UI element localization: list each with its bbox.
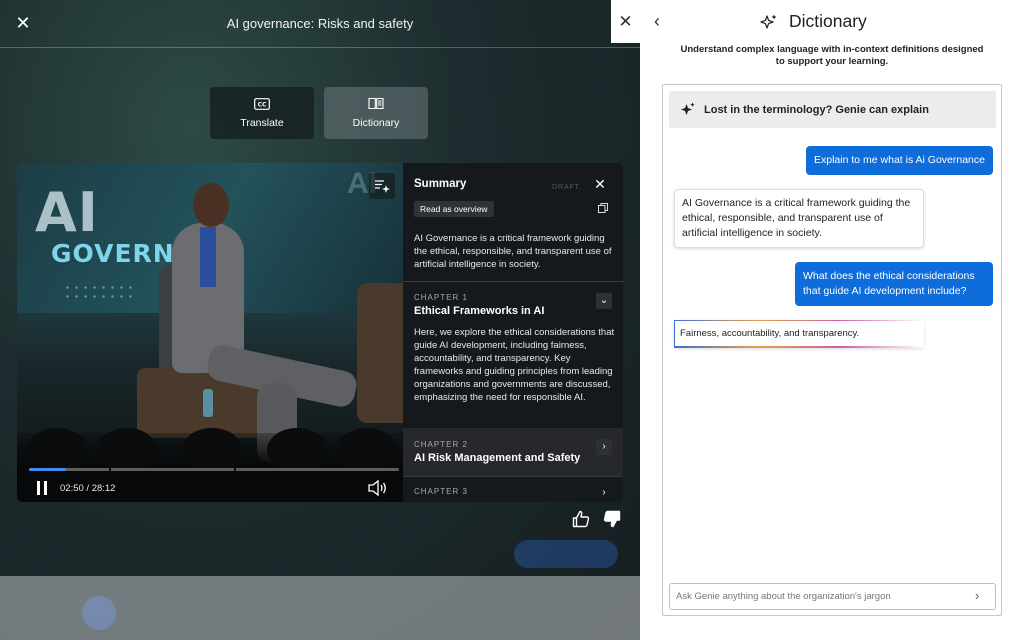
dictionary-title: Dictionary (789, 11, 867, 31)
water-bottle (203, 389, 213, 417)
close-dictionary-button[interactable]: ✕ (611, 0, 640, 43)
progress-bar[interactable] (29, 468, 399, 471)
chapter-text: Here, we explore the ethical considerati… (414, 327, 615, 403)
background-avatar (82, 596, 116, 630)
divider (403, 281, 623, 282)
read-as-overview-button[interactable]: Read as overview (414, 201, 494, 217)
video-player[interactable]: AI GOVERN AI 02:50 / 28:12 Summary DRAFT… (17, 163, 623, 502)
audience-head (182, 428, 242, 472)
audience-head (27, 428, 87, 472)
chapter-expand-button[interactable]: › (596, 485, 612, 501)
chapter-title: AI Risk Management and Safety (414, 452, 581, 464)
screen-dot-pattern (63, 283, 133, 303)
chapter-marker (234, 468, 236, 471)
chevron-right-icon: › (602, 441, 606, 452)
back-button[interactable]: ‹ (654, 12, 670, 30)
svg-text:CC: CC (258, 101, 267, 108)
screen-text-govern: GOVERN (51, 239, 175, 268)
video-title: AI governance: Risks and safety (226, 16, 414, 31)
dictionary-panel: ‹ Dictionary Understand complex language… (640, 0, 1024, 640)
draft-badge: DRAFT (552, 182, 580, 191)
thumbs-up-icon[interactable] (572, 510, 590, 528)
chapter-label: CHAPTER 2 (414, 440, 468, 449)
video-modal: ✕ AI governance: Risks and safety CC Tra… (0, 0, 640, 640)
bot-message-streaming: Fairness, accountability, and transparen… (674, 320, 924, 348)
send-button[interactable]: › (975, 589, 989, 603)
chapter-collapse-button[interactable]: ⌄ (596, 293, 612, 309)
chapters-menu-button[interactable] (369, 173, 395, 199)
playlist-sparkle-icon (375, 180, 390, 193)
chapter-2[interactable]: CHAPTER 2 AI Risk Management and Safety … (403, 428, 623, 476)
dictionary-subtitle: Understand complex language with in-cont… (680, 44, 984, 67)
genie-banner-text: Lost in the terminology? Genie can expla… (704, 103, 929, 116)
background-blurred-button (514, 540, 618, 568)
close-icon: ✕ (15, 13, 31, 33)
chevron-right-icon: › (975, 588, 980, 603)
dictionary-label: Dictionary (352, 117, 400, 129)
video-frame: AI GOVERN AI 02:50 / 28:12 (17, 163, 403, 502)
video-header: ✕ AI governance: Risks and safety (0, 0, 640, 48)
closed-captions-icon: CC (254, 97, 270, 110)
chapter-label: CHAPTER 1 (414, 293, 468, 302)
second-chair (357, 283, 403, 423)
summary-panel: Summary DRAFT ✕ Read as overview AI Gove… (403, 163, 623, 502)
summary-text: AI Governance is a critical framework gu… (414, 233, 612, 270)
chat-container: Lost in the terminology? Genie can expla… (662, 84, 1002, 616)
audience-head (267, 428, 327, 472)
close-video-button[interactable]: ✕ (12, 12, 34, 34)
sparkle-icon (681, 102, 695, 115)
progress-fill (29, 468, 67, 471)
user-message: Explain to me what is Ai Governance (805, 146, 993, 175)
audience-head (337, 428, 397, 472)
chapter-title: Ethical Frameworks in AI (414, 305, 545, 317)
translate-button[interactable]: CC Translate (210, 87, 314, 139)
translate-label: Translate (240, 116, 284, 129)
dictionary-button[interactable]: Dictionary (324, 87, 428, 139)
user-message: What does the ethical considerations tha… (795, 262, 993, 306)
thumbs-down-icon[interactable] (603, 510, 621, 528)
chevron-right-icon: › (602, 487, 606, 498)
close-icon: ✕ (618, 11, 633, 31)
ask-genie-input[interactable] (669, 583, 996, 610)
chevron-down-icon: ⌄ (599, 295, 609, 306)
time-readout: 02:50 / 28:12 (60, 483, 116, 494)
volume-icon[interactable] (367, 479, 389, 497)
close-summary-button[interactable]: ✕ (593, 177, 607, 191)
speaker-shirt (200, 227, 216, 287)
chapter-expand-button[interactable]: › (596, 439, 612, 455)
chevron-left-icon: ‹ (654, 11, 660, 31)
chapter-marker (109, 468, 111, 471)
book-icon (368, 97, 384, 110)
summary-title: Summary (414, 178, 467, 190)
screen-text-ai: AI (35, 181, 99, 244)
sparkle-icon (760, 14, 777, 29)
speaker-head (193, 183, 229, 227)
divider (403, 476, 623, 477)
chapter-label: CHAPTER 3 (414, 487, 468, 496)
genie-banner: Lost in the terminology? Genie can expla… (669, 91, 996, 128)
dictionary-header: Dictionary (760, 11, 867, 32)
close-icon: ✕ (594, 176, 606, 192)
bot-message: AI Governance is a critical framework gu… (674, 189, 924, 248)
pause-button[interactable] (35, 481, 49, 495)
copy-icon[interactable] (598, 203, 608, 213)
audience-head (97, 428, 157, 472)
